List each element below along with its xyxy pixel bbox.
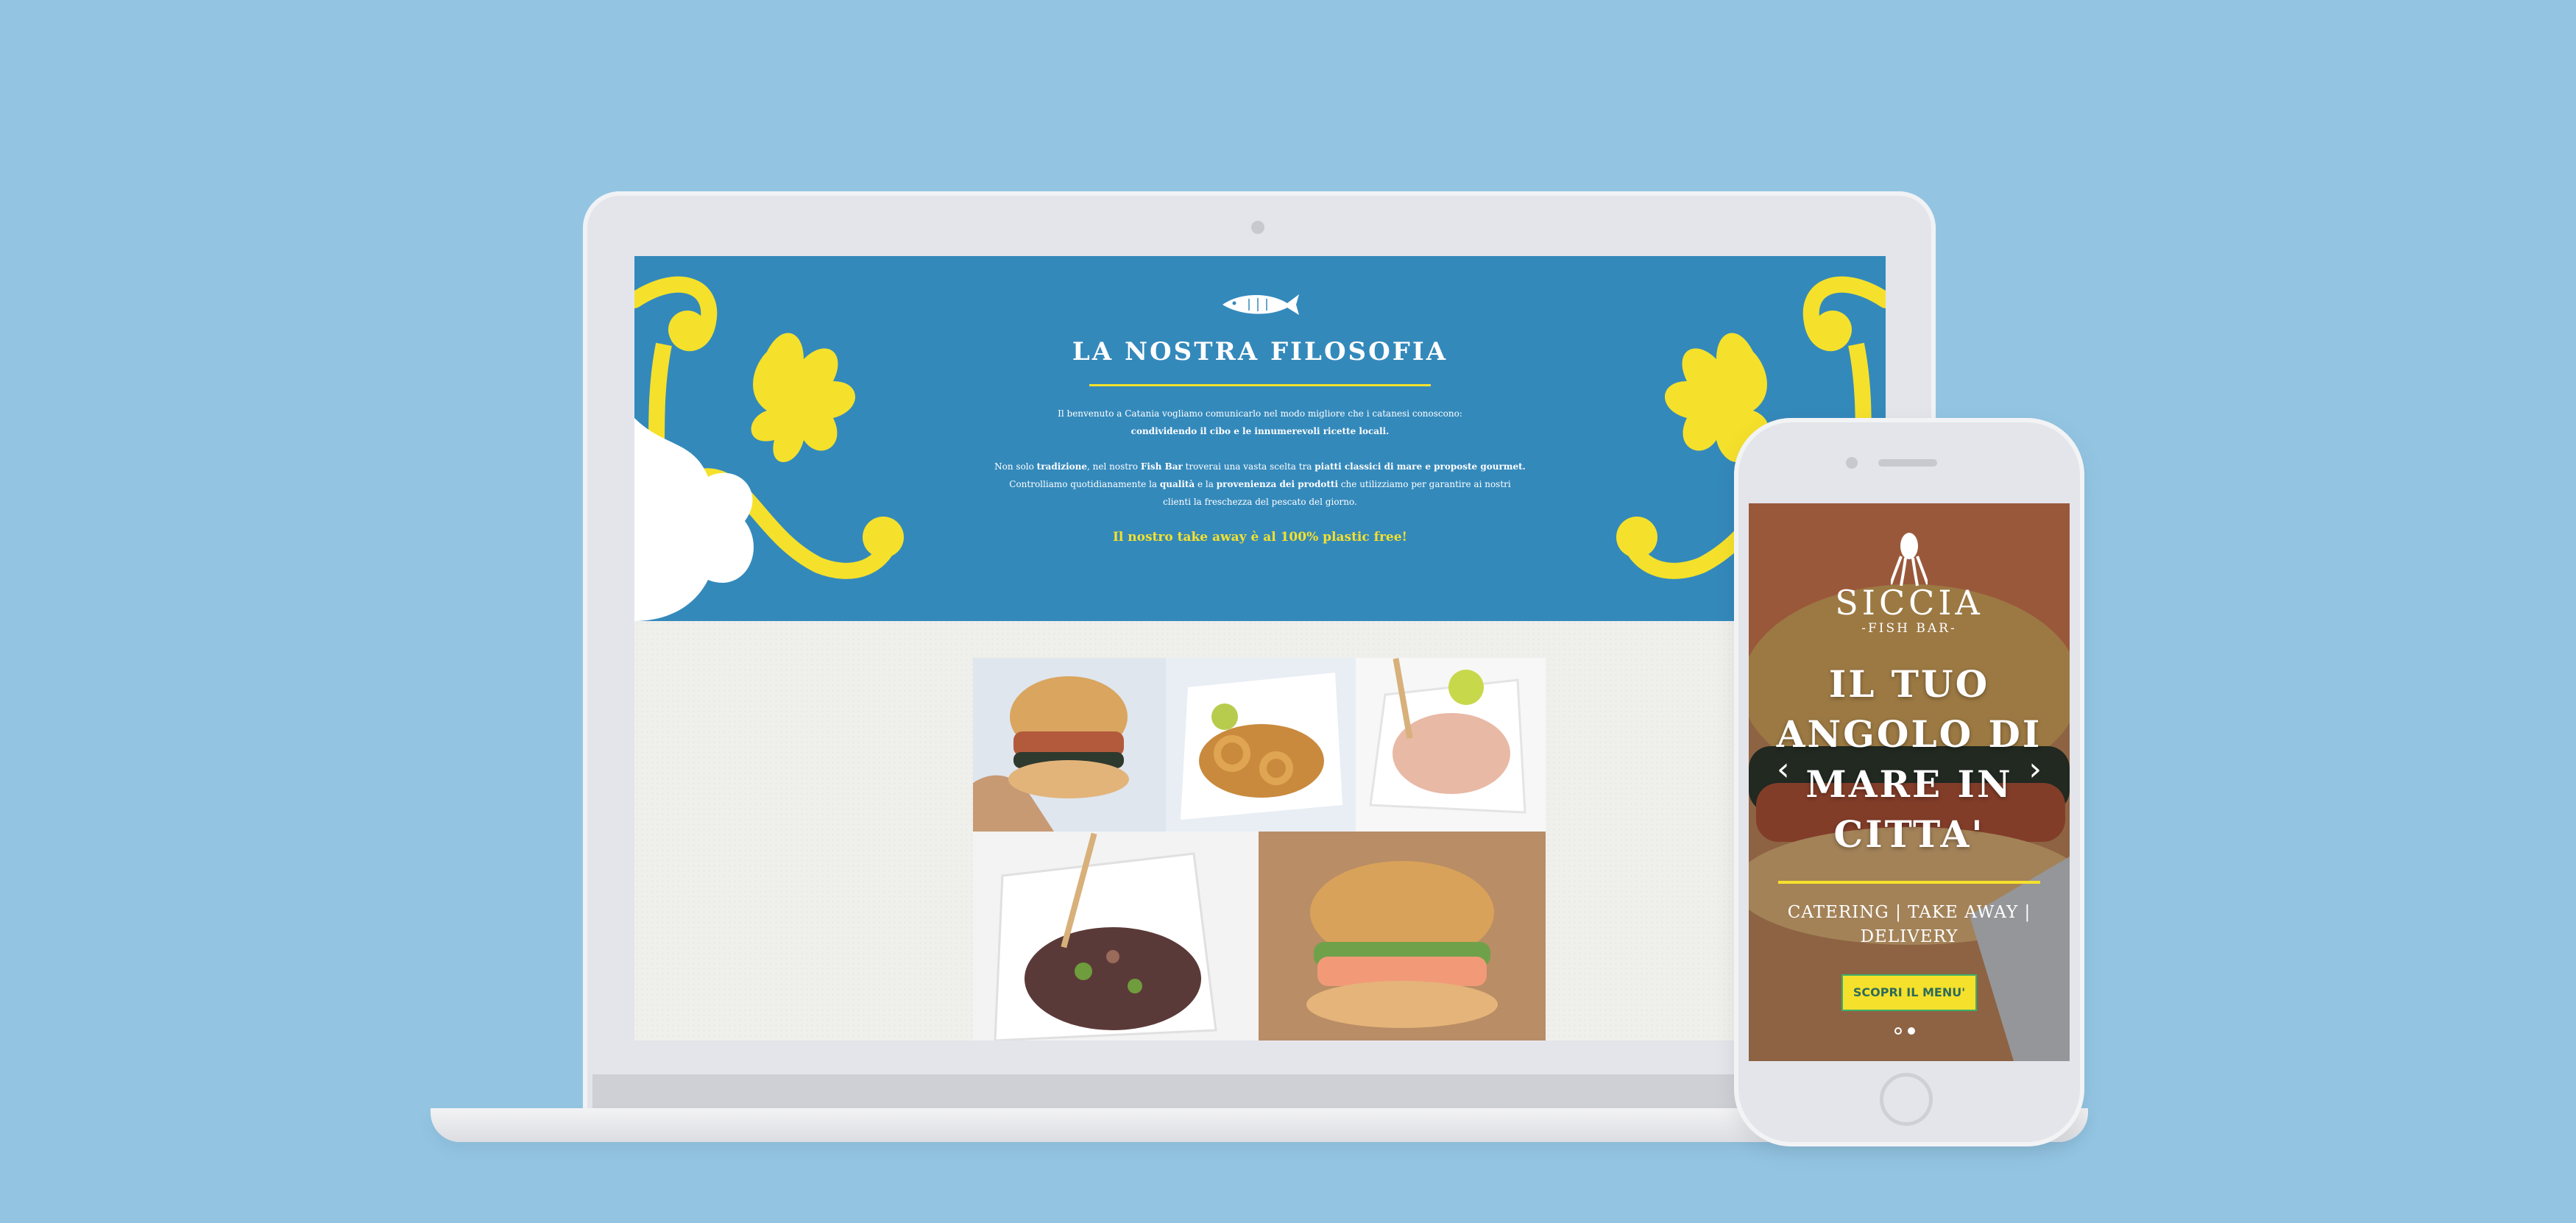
slider-prev-icon[interactable]: ‹ [1777,754,1790,786]
gallery-section [634,621,1886,1041]
title-underline [1089,384,1431,386]
burger-in-hand-photo [973,658,1166,832]
slider-dot[interactable] [1894,1027,1902,1035]
body-emphasis: tradizione [1036,461,1087,472]
services-line: DELIVERY [1860,927,1958,946]
plastic-free-note: Il nostro take away è al 100% plastic fr… [1112,530,1408,545]
food-gallery [973,658,1546,1041]
mobile-hero-slider: SICCIA -FISH BAR- IL TUO ANGOLO DI MARE … [1749,503,2070,1061]
headline-line: ANGOLO DI [1776,712,2042,756]
laptop-chin [592,1074,1926,1108]
section-title: LA NOSTRA FILOSOFIA [1072,337,1448,366]
body-text: , nel nostro [1087,461,1141,472]
intro-paragraph: Il benvenuto a Catania vogliamo comunica… [921,405,1599,440]
squid-logo-icon [1891,533,1928,586]
octopus-salad-box-photo [973,832,1259,1041]
headline-line: MARE IN [1805,762,2013,806]
body-text: Controlliamo quotidianamente la [1009,479,1160,489]
body-text: troverai una vasta scelta tra [1182,461,1315,472]
fish-cubes-box-photo [1356,658,1546,832]
body-text: clienti la freschezza del pescato del gi… [1163,497,1357,507]
hero-headline: IL TUO ANGOLO DI MARE IN CITTA' [1762,659,2056,859]
body-paragraph: Non solo tradizione, nel nostro Fish Bar… [921,458,1599,511]
body-emphasis: Fish Bar [1140,461,1183,472]
discover-menu-button[interactable]: SCOPRI IL MENU' [1841,974,1977,1011]
body-text: e la [1195,479,1217,489]
phone-camera [1846,457,1858,469]
headline-underline [1778,881,2040,884]
body-emphasis: piatti classici di mare e proposte gourm… [1314,461,1526,472]
philosophy-section: LA NOSTRA FILOSOFIA Il benvenuto a Catan… [634,256,1886,621]
slider-dot-active[interactable] [1908,1027,1915,1035]
laptop-screen: LA NOSTRA FILOSOFIA Il benvenuto a Catan… [634,256,1886,1041]
body-emphasis: qualità [1159,479,1195,489]
body-text: Non solo [994,461,1037,472]
brand-name: SICCIA [1835,583,1984,623]
brand-subtitle: -FISH BAR- [1861,621,1957,636]
intro-emphasis: condividendo il cibo e le innumerevoli r… [1130,426,1390,436]
services-line: CATERING | TAKE AWAY | [1787,903,2031,922]
laptop-camera [1251,221,1264,234]
services-text: CATERING | TAKE AWAY | DELIVERY [1771,901,2048,949]
fried-calamari-box-photo [1166,658,1356,832]
headline-line: CITTA' [1833,812,1985,856]
phone-speaker [1878,459,1937,467]
salmon-burger-photo [1259,832,1546,1041]
sicilian-tile-left-decoration [634,276,904,621]
headline-line: IL TUO [1828,662,1990,706]
phone-home-button [1880,1073,1933,1126]
intro-text: Il benvenuto a Catania vogliamo comunica… [1058,408,1462,419]
slider-pagination [1894,1027,1924,1036]
fish-icon [1222,294,1299,315]
slider-next-icon[interactable]: › [2028,754,2042,786]
body-text: che utilizziamo per garantire ai nostri [1338,479,1511,489]
body-emphasis: provenienza dei prodotti [1216,479,1339,489]
